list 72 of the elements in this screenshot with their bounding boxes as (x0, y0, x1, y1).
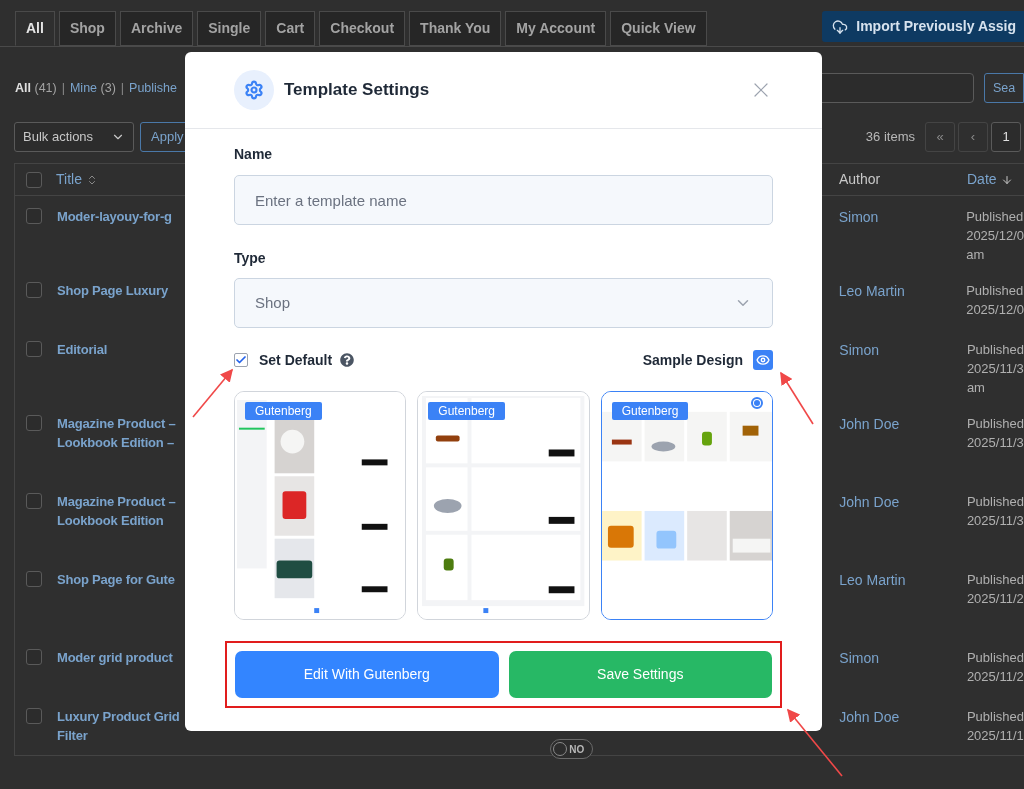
filter-link[interactable]: Publishe (129, 78, 177, 98)
checkbox[interactable] (26, 493, 42, 509)
checkbox[interactable] (26, 341, 42, 357)
template-tab[interactable]: Shop (58, 11, 116, 46)
checkbox[interactable] (234, 353, 248, 367)
checkbox[interactable] (26, 708, 42, 724)
builder-badge: Gutenberg (245, 402, 322, 420)
checkbox[interactable] (26, 171, 42, 188)
template-tab[interactable]: Checkout (319, 11, 406, 46)
builder-badge: Gutenberg (611, 402, 689, 420)
pagination-button[interactable]: 1 (991, 122, 1021, 152)
eye-toggle[interactable] (753, 350, 773, 370)
import-button[interactable]: Import Previously Assig (822, 11, 1024, 42)
author-link[interactable]: John Doe (839, 492, 967, 513)
date-cell-text: Published 2025/11/3 (966, 493, 1024, 530)
checkbox[interactable] (26, 649, 42, 665)
template-tab[interactable]: My Account (505, 11, 607, 46)
separator: | (120, 79, 125, 97)
items-count: 36 items (865, 128, 915, 147)
pagination-button[interactable]: ‹ (958, 122, 988, 152)
sort-arrow-icon (1000, 173, 1013, 186)
dialog-title: Template Settings (284, 79, 430, 102)
design-card[interactable]: Gutenberg (234, 391, 407, 620)
date-cell-text: Published 2025/11/3 am (966, 341, 1024, 397)
author-link[interactable]: Simon (839, 648, 967, 669)
design-card[interactable]: Gutenberg (600, 391, 773, 620)
filter-link[interactable]: Mine (3) (69, 78, 116, 98)
annotation-arrow (780, 371, 814, 425)
bulk-actions-select[interactable]: Bulk actions (14, 122, 134, 152)
help-icon (340, 353, 355, 367)
template-tab[interactable]: Archive (119, 11, 194, 46)
template-tab[interactable]: Thank You (409, 11, 502, 46)
author-link[interactable]: Leo Martin (839, 570, 967, 591)
date-cell-text: Published 2025/11/1 (966, 708, 1024, 745)
template-tab[interactable]: Single (197, 11, 262, 46)
template-tab[interactable]: Cart (265, 11, 316, 46)
field-label: Type (234, 249, 267, 268)
checkbox[interactable] (26, 282, 42, 298)
date-cell-text: Published 2025/11/3 (966, 415, 1024, 452)
checkbox[interactable] (26, 415, 42, 431)
pagination-button[interactable]: « (925, 122, 955, 152)
author-link[interactable]: Leo Martin (838, 281, 967, 302)
date-cell-text: Published 2025/11/2 (966, 649, 1024, 686)
author-link[interactable]: John Doe (839, 414, 967, 435)
type-select[interactable]: Shop (234, 278, 773, 328)
template-tab[interactable]: All (15, 11, 55, 46)
filter-link[interactable]: All (41) (15, 78, 57, 98)
eye-icon (756, 353, 770, 367)
author-link[interactable]: John Doe (839, 707, 967, 728)
checkbox[interactable] (26, 208, 42, 224)
date-cell-text: Published 2025/11/2 (966, 571, 1024, 608)
set-default-label: Set Default (259, 350, 333, 370)
annotation-arrow (192, 368, 233, 418)
edit-button[interactable]: Edit With Gutenberg (235, 651, 499, 698)
sample-design-label: Sample Design (642, 350, 743, 370)
column-header[interactable]: Author (839, 169, 967, 190)
field-label: Name (234, 145, 274, 164)
settings-icon (234, 70, 274, 110)
toggle-switch[interactable]: NO (550, 739, 594, 759)
separator: | (61, 79, 65, 97)
template-tab[interactable]: Quick View (610, 11, 707, 46)
author-link[interactable]: Simon (839, 340, 967, 361)
design-card[interactable]: Gutenberg (417, 391, 590, 620)
download-icon (832, 18, 849, 35)
column-header[interactable]: Date (967, 169, 1013, 190)
date-cell-text: Published 2025/12/0 am (966, 208, 1024, 264)
checkbox[interactable] (26, 571, 42, 587)
date-cell-text: Published 2025/12/0 (966, 282, 1024, 319)
name-input[interactable]: Enter a template name (234, 175, 773, 225)
author-link[interactable]: Simon (838, 207, 967, 228)
builder-badge: Gutenberg (428, 402, 506, 420)
search-button[interactable]: Sea (984, 73, 1024, 103)
